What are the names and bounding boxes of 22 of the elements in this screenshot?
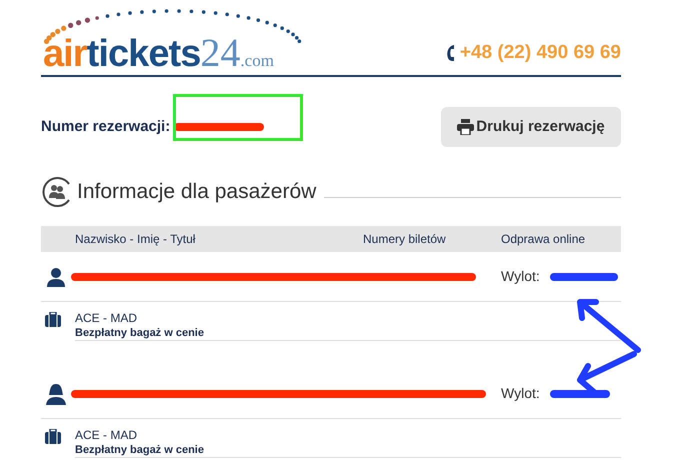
suitcase-icon: [45, 312, 61, 327]
reservation-label: Numer rezerwacji:: [41, 116, 170, 137]
logo: airtickets24.com: [41, 33, 274, 73]
phone-icon: [446, 44, 456, 62]
print-button[interactable]: Drukuj rezerwację: [441, 107, 621, 147]
checkin-label: Wylot:: [501, 384, 540, 403]
phone-number: +48 (22) 490 69 69: [460, 40, 621, 64]
person-icon: [46, 382, 66, 404]
column-header: Numery biletów: [363, 231, 447, 248]
column-header: Nazwisko - Imię - Tytuł: [75, 231, 196, 248]
printer-icon: [457, 119, 474, 135]
redaction-scribble: [550, 390, 610, 398]
baggage-text: Bezpłatny bagaż w cenie: [75, 443, 204, 458]
baggage-text: Bezpłatny bagaż w cenie: [75, 326, 204, 341]
redaction-scribble: [550, 272, 618, 280]
person-icon: [47, 266, 65, 286]
route-text: ACE - MAD: [75, 428, 138, 443]
section-title: Informacje dla pasażerów: [77, 179, 316, 206]
suitcase-icon: [45, 429, 61, 444]
route-text: ACE - MAD: [75, 311, 138, 326]
checkin-label: Wylot:: [501, 267, 540, 286]
column-header: Odprawa online: [501, 231, 586, 248]
